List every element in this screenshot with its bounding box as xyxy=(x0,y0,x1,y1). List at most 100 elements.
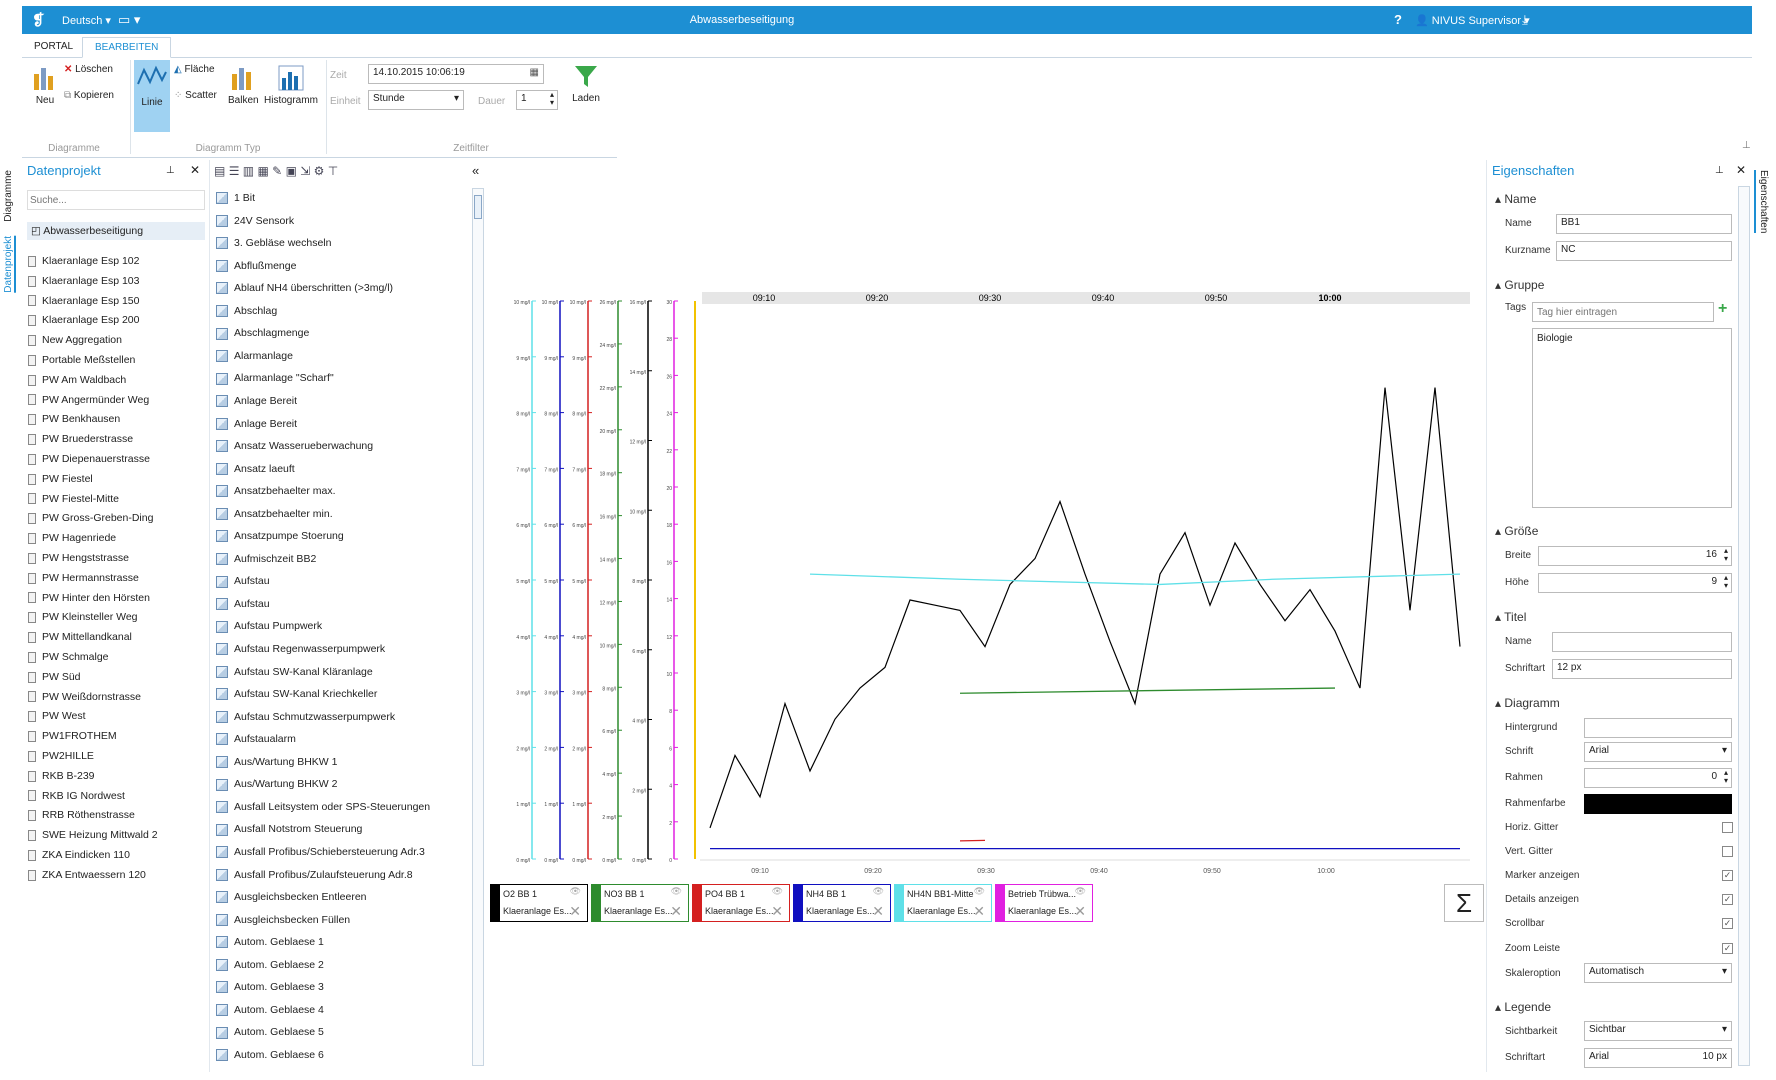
section-diagramm[interactable]: ▴ Diagramm xyxy=(1495,696,1560,710)
signal-item[interactable]: Aufstau Pumpwerk xyxy=(216,616,322,636)
signal-item[interactable]: Ausfall Notstrom Steuerung xyxy=(216,819,362,839)
signal-item[interactable]: Aufstau SW-Kanal Kläranlage xyxy=(216,662,373,682)
eye-icon[interactable]: 👁 xyxy=(1075,886,1086,897)
pin-icon[interactable]: ⊥ xyxy=(1715,165,1724,176)
tree-item[interactable]: PW Hermannstrasse xyxy=(28,569,139,587)
signal-item[interactable]: Ansatzbehaelter max. xyxy=(216,481,336,501)
signal-item[interactable]: Anlage Bereit xyxy=(216,414,297,434)
tree-item[interactable]: Klaeranlage Esp 103 xyxy=(28,272,140,290)
signal-item[interactable]: Autom. Geblaese 3 xyxy=(216,977,324,997)
tree-item[interactable]: PW Gross-Greben-Ding xyxy=(28,509,153,527)
section-titel[interactable]: ▴ Titel xyxy=(1495,610,1526,624)
legend-item[interactable]: PO4 BB 1 Klaeranlage Es... 👁 ✕ xyxy=(692,884,790,922)
legend-item[interactable]: NO3 BB 1 Klaeranlage Es... 👁 ✕ xyxy=(591,884,689,922)
signal-item[interactable]: Aufstaualarm xyxy=(216,729,296,749)
signal-item[interactable]: Autom. Geblaese 2 xyxy=(216,955,324,975)
line-button[interactable]: Linie xyxy=(134,60,170,132)
delete-button[interactable]: ✕ Löschen xyxy=(64,64,113,75)
signal-item[interactable]: Autom. Geblaese 6 xyxy=(216,1045,324,1065)
legend-item[interactable]: NH4N BB1-Mitte Klaeranlage Es... 👁 ✕ xyxy=(894,884,992,922)
doc-icon[interactable]: ▥ xyxy=(243,164,254,178)
help-icon[interactable]: ? xyxy=(1394,12,1402,27)
tree-item[interactable]: PW Weißdornstrasse xyxy=(28,688,141,706)
filter-icon[interactable]: ⊤ xyxy=(328,164,338,178)
eye-icon[interactable]: 👁 xyxy=(772,886,783,897)
vtab-datenprojekt[interactable]: Datenprojekt xyxy=(3,236,16,293)
eye-icon[interactable]: 👁 xyxy=(671,886,682,897)
user-menu[interactable]: 👤 NIVUS Supervisor ▾ xyxy=(1415,14,1530,27)
download-icon[interactable]: ⤓ xyxy=(1522,12,1528,28)
tree-item[interactable]: New Aggregation xyxy=(28,331,122,349)
legend-item[interactable]: NH4 BB 1 Klaeranlage Es... 👁 ✕ xyxy=(793,884,891,922)
font-select[interactable]: Arial ▾ xyxy=(1584,742,1732,762)
signal-scrollbar[interactable] xyxy=(472,188,484,1066)
height-stepper[interactable]: 9 ▴ ▾ xyxy=(1538,573,1732,593)
vis-select[interactable]: Sichtbar ▾ xyxy=(1584,1021,1732,1041)
tags-input[interactable] xyxy=(1532,302,1714,322)
width-stepper[interactable]: 16 ▴ ▾ xyxy=(1538,546,1732,566)
remove-series-icon[interactable]: ✕ xyxy=(569,903,581,920)
signal-item[interactable]: Ausgleichsbecken Füllen xyxy=(216,910,350,930)
remove-series-icon[interactable]: ✕ xyxy=(670,903,682,920)
name-field[interactable]: BB1 xyxy=(1556,214,1732,234)
hgrid-checkbox[interactable] xyxy=(1722,822,1733,833)
sum-button[interactable]: Σ xyxy=(1444,884,1484,922)
signal-item[interactable]: Ansatz Wasserueberwachung xyxy=(216,436,373,456)
bars-button[interactable]: Balken xyxy=(228,64,259,106)
tree-item[interactable]: PW2HILLE xyxy=(28,747,94,765)
signal-item[interactable]: Aufstau Schmutzwasserpumpwerk xyxy=(216,707,395,727)
signal-item[interactable]: Ansatzpumpe Stoerung xyxy=(216,526,344,546)
vtab-diagramme[interactable]: Diagramme xyxy=(3,170,14,222)
tree-item[interactable]: SWE Heizung Mittwald 2 xyxy=(28,826,158,844)
tree-item[interactable]: PW Fiestel xyxy=(28,470,93,488)
tree-item[interactable]: PW1FROTHEM xyxy=(28,727,117,745)
tree-item[interactable]: PW Fiestel-Mitte xyxy=(28,490,119,508)
scroll-checkbox[interactable]: ✓ xyxy=(1722,918,1733,929)
signal-item[interactable]: Autom. Geblaese 5 xyxy=(216,1022,324,1042)
tree-item[interactable]: RRB Röthenstrasse xyxy=(28,806,135,824)
tag-list-item[interactable]: Biologie xyxy=(1533,329,1731,348)
settings-icon[interactable]: ⚙ xyxy=(314,164,325,178)
tree-item[interactable]: ZKA Entwaessern 120 xyxy=(28,866,146,884)
edit-icon[interactable]: ✎ xyxy=(272,164,282,178)
add-tag-icon[interactable]: + xyxy=(1718,300,1727,318)
signal-item[interactable]: Ansatzbehaelter min. xyxy=(216,504,333,524)
signal-item[interactable]: Abschlag xyxy=(216,301,277,321)
pin-icon[interactable]: ⊥ xyxy=(166,165,175,176)
tree-item[interactable]: PW West xyxy=(28,707,86,725)
new-button[interactable]: Neu xyxy=(30,64,60,106)
signal-item[interactable]: Anlage Bereit xyxy=(216,391,297,411)
tree-item[interactable]: PW Am Waldbach xyxy=(28,371,126,389)
dauer-stepper[interactable]: 1 ▴ ▾ xyxy=(516,90,558,110)
signal-item[interactable]: Abschlagmenge xyxy=(216,323,309,343)
datenprojekt-search-input[interactable] xyxy=(27,190,205,210)
calendar-icon[interactable]: ▦ xyxy=(530,67,539,78)
tree-item[interactable]: PW Hengststrasse xyxy=(28,549,129,567)
tree-item[interactable]: PW Süd xyxy=(28,668,81,686)
tree-item[interactable]: ZKA Eindicken 110 xyxy=(28,846,130,864)
signal-item[interactable]: Aufstau xyxy=(216,571,270,591)
tree-item[interactable]: PW Mittellandkanal xyxy=(28,628,132,646)
remove-series-icon[interactable]: ✕ xyxy=(872,903,884,920)
lfont-field[interactable]: Arial 10 px xyxy=(1584,1048,1732,1068)
remove-series-icon[interactable]: ✕ xyxy=(771,903,783,920)
legend-item[interactable]: Betrieb Trübwa... Klaeranlage Es... 👁 ✕ xyxy=(995,884,1093,922)
right-vertical-tab[interactable]: Eigenschaften xyxy=(1754,170,1769,234)
ribbon-pin-icon[interactable]: ⊥ xyxy=(1742,140,1751,151)
tree-item[interactable]: Portable Meßstellen xyxy=(28,351,135,369)
tree-item[interactable]: PW Hinter den Hörsten xyxy=(28,589,150,607)
details-checkbox[interactable]: ✓ xyxy=(1722,894,1733,905)
bg-field[interactable] xyxy=(1584,718,1732,738)
vgrid-checkbox[interactable] xyxy=(1722,846,1733,857)
einheit-select[interactable]: Stunde ▾ xyxy=(368,90,464,110)
close-icon[interactable]: ✕ xyxy=(190,163,200,177)
tname-field[interactable] xyxy=(1552,632,1732,652)
signal-item[interactable]: Aufstau xyxy=(216,594,270,614)
frame-icon[interactable]: ▣ xyxy=(286,164,297,178)
signal-item[interactable]: Ausgleichsbecken Entleeren xyxy=(216,887,367,907)
chart[interactable]: 09:10 09:20 09:30 09:40 09:50 10:00 09:10 09:20… xyxy=(490,160,1486,1072)
signal-item[interactable]: Ansatz laeuft xyxy=(216,459,295,479)
tree-item[interactable]: PW Benkhausen xyxy=(28,410,120,428)
signal-item[interactable]: Aufmischzeit BB2 xyxy=(216,549,316,569)
signal-item[interactable]: Ausfall Leitsystem oder SPS-Steuerungen xyxy=(216,797,430,817)
